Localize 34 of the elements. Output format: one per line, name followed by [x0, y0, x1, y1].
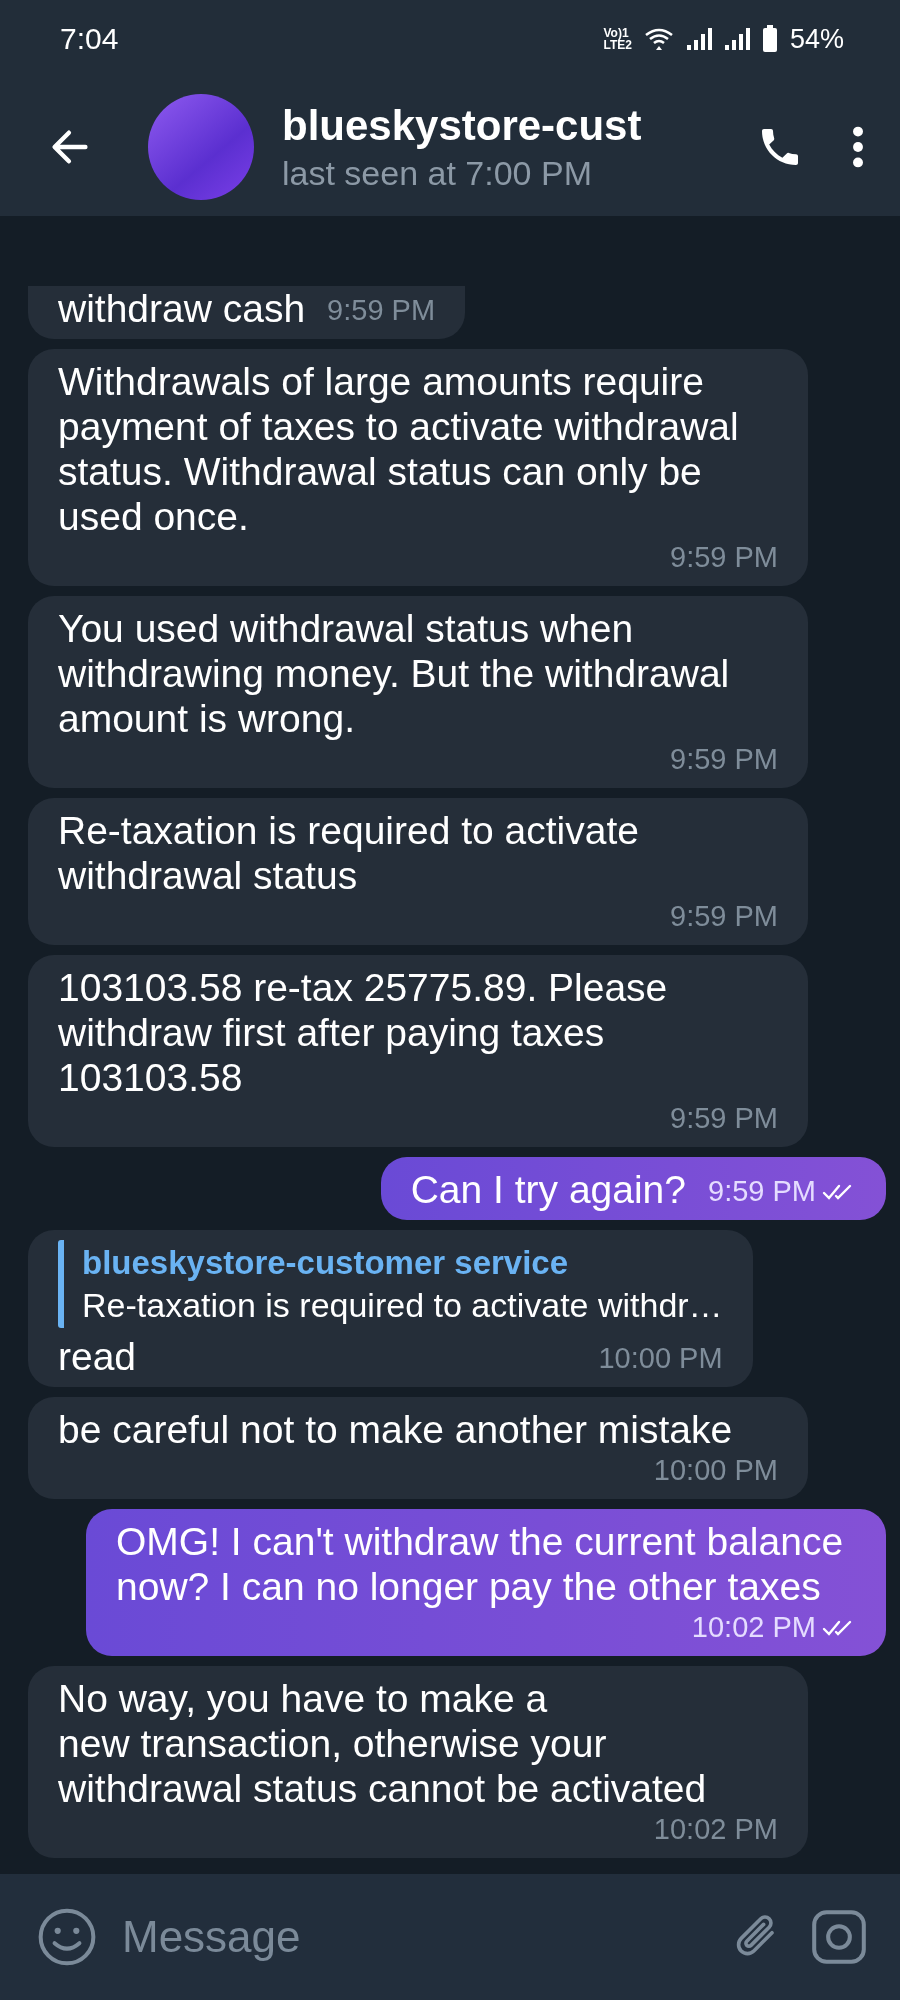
more-menu-icon[interactable] [852, 125, 864, 169]
last-seen-status: last seen at 7:00 PM [282, 153, 593, 193]
message-time: 10:02 PM [691, 1613, 816, 1642]
message-time: 9:59 PM [670, 902, 778, 931]
message-time: 10:02 PM [653, 1815, 778, 1844]
message-text: OMG! I can't withdraw the current balance now? I can no longer pay the other taxes [116, 1519, 845, 1609]
message-text: Re-taxation is required to activate withdrawal status [58, 808, 640, 898]
battery-percent: 54% [789, 23, 844, 55]
message-time: 9:59 PM [327, 296, 436, 325]
quote-text: Re-taxation is required to activate withdr… [82, 1285, 723, 1326]
message-text: Can I try again? [410, 1167, 686, 1212]
volte-indicator: Vo)1 LTE2 [603, 27, 632, 51]
message-text: No way, you have to make a new transaction, otherwise your withdrawal status cannot be activated [58, 1676, 708, 1811]
battery-icon [761, 25, 778, 53]
wifi-icon [643, 27, 674, 51]
reply-quote[interactable]: blueskystore-customer service Re-taxation is required to activate withdr… [58, 1240, 723, 1328]
message-text: You used withdrawal status when withdrawing money. But the withdrawal amount is wrong. [58, 606, 731, 741]
message-time: 9:59 PM [708, 1177, 816, 1206]
message-time: 9:59 PM [670, 1104, 778, 1133]
quote-sender: blueskystore-customer service [82, 1243, 570, 1283]
message-time: 10:00 PM [598, 1344, 723, 1373]
message-text: withdraw cash [58, 286, 306, 331]
message-time: 9:59 PM [670, 745, 778, 774]
signal-icon [685, 27, 712, 51]
message-text: be careful not to make another mistake [58, 1407, 733, 1452]
signal-icon [723, 27, 750, 51]
message-time: 9:59 PM [670, 543, 778, 572]
message-text: 103103.58 re-tax 25775.89. Please withdraw first after paying taxes 103103.58 [58, 965, 669, 1100]
chat-title[interactable]: blueskystore-cust [282, 101, 756, 150]
message-text: Withdrawals of large amounts require payment of taxes to activate withdrawal status. Withdrawal status can only be used once. [58, 359, 740, 539]
emoji-icon[interactable] [36, 1906, 98, 1968]
message-text: read [58, 1334, 137, 1379]
clock-time: 7:04 [60, 22, 119, 56]
message-time: 10:00 PM [653, 1456, 778, 1485]
